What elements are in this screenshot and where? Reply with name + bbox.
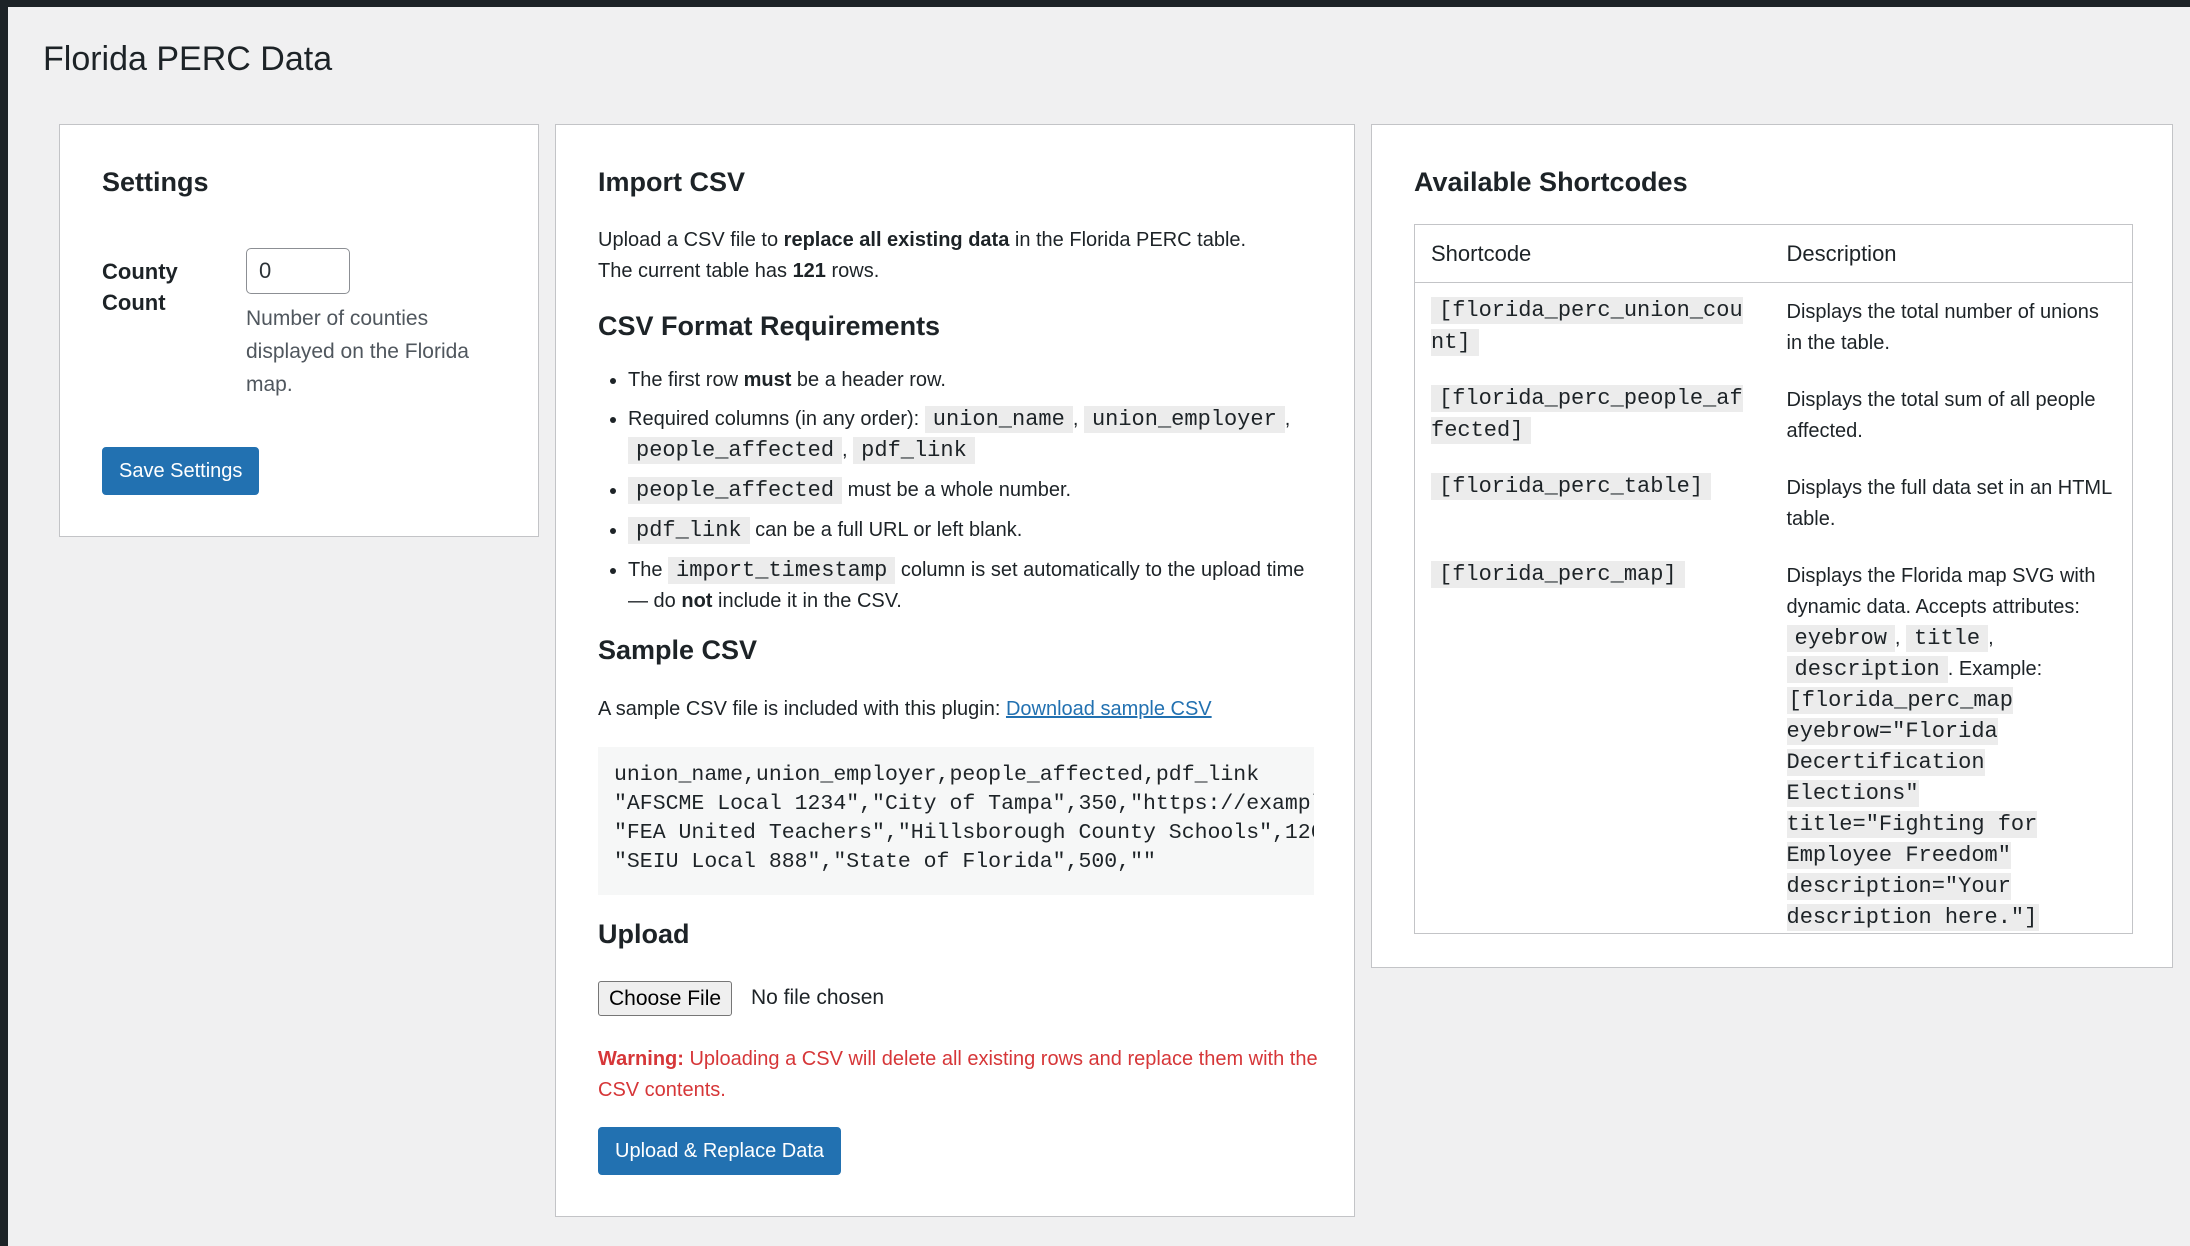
code-pdf-link: pdf_link bbox=[853, 437, 975, 464]
no-file-chosen-text: No file chosen bbox=[751, 986, 885, 1009]
page-title: Florida PERC Data bbox=[43, 40, 333, 78]
sample-csv-heading: Sample CSV bbox=[598, 635, 758, 665]
intro-bold-text: replace all existing data bbox=[783, 229, 1010, 251]
code-people-affected: people_affected bbox=[628, 477, 843, 504]
code-union-name: union_name bbox=[924, 406, 1073, 433]
shortcodes-heading: Available Shortcodes bbox=[1414, 167, 1688, 197]
column-header-shortcode: Shortcode bbox=[1414, 224, 1771, 283]
column-header-description: Description bbox=[1770, 224, 2133, 283]
shortcode-people-affected: [florida_perc_people_affected] bbox=[1431, 384, 1743, 444]
save-settings-button[interactable]: Save Settings bbox=[102, 447, 260, 495]
county-count-input[interactable] bbox=[246, 248, 350, 294]
upload-warning: Warning: Uploading a CSV will delete all… bbox=[598, 1048, 1318, 1101]
shortcode-table: [florida_perc_table] bbox=[1431, 472, 1712, 500]
list-item: The first row must be a header row. bbox=[628, 365, 1328, 395]
shortcode-union-count: [florida_perc_union_count] bbox=[1431, 297, 1743, 356]
intro-text: rows. bbox=[825, 260, 880, 282]
intro-text: Upload a CSV file to bbox=[598, 229, 784, 251]
intro-text: The current table has bbox=[598, 260, 793, 282]
county-count-label: County Count bbox=[102, 259, 178, 315]
shortcodes-table: Shortcode Description [florida_perc_unio… bbox=[1414, 224, 2133, 934]
list-item: pdf_link can be a full URL or left blank… bbox=[628, 515, 1328, 546]
attr-title: title bbox=[1906, 624, 1989, 652]
code-pdf-link: pdf_link bbox=[628, 517, 750, 544]
settings-heading: Settings bbox=[102, 167, 209, 197]
download-sample-link[interactable]: Download sample CSV bbox=[1006, 698, 1212, 720]
sample-csv-block: union_name,union_employer,people_affecte… bbox=[598, 747, 1314, 895]
shortcode-description: Displays the full data set in an HTML ta… bbox=[1786, 476, 2112, 530]
intro-text: in the Florida PERC table. bbox=[1009, 229, 1247, 251]
map-example-code: [florida_perc_map eyebrow="Florida Decer… bbox=[1786, 686, 2040, 931]
table-row: [florida_perc_map] Displays the Florida … bbox=[1415, 547, 2133, 934]
table-row: [florida_perc_people_affected] Displays … bbox=[1415, 371, 2133, 459]
admin-sidebar-edge bbox=[0, 0, 8, 1246]
requirements-list: The first row must be a header row. Requ… bbox=[598, 365, 1328, 625]
warning-label: Warning: bbox=[598, 1048, 684, 1070]
table-row: [florida_perc_table] Displays the full d… bbox=[1415, 459, 2133, 547]
choose-file-button[interactable]: Choose File bbox=[598, 981, 733, 1016]
shortcode-description: Displays the Florida map SVG with dynami… bbox=[1786, 564, 2096, 931]
import-heading: Import CSV bbox=[598, 167, 746, 197]
shortcode-description: Displays the total sum of all people aff… bbox=[1786, 388, 2096, 442]
attr-eyebrow: eyebrow bbox=[1786, 624, 1895, 652]
list-item: The import_timestamp column is set autom… bbox=[628, 555, 1328, 616]
code-union-employer: union_employer bbox=[1083, 406, 1285, 433]
code-people-affected: people_affected bbox=[628, 437, 843, 464]
csv-format-heading: CSV Format Requirements bbox=[598, 311, 941, 341]
shortcode-description: Displays the total number of unions in t… bbox=[1786, 301, 2099, 354]
upload-replace-button[interactable]: Upload & Replace Data bbox=[598, 1127, 842, 1175]
list-item: Required columns (in any order): union_n… bbox=[628, 404, 1328, 466]
row-count: 121 bbox=[792, 260, 826, 282]
import-intro: Upload a CSV file to replace all existin… bbox=[598, 225, 1328, 287]
import-csv-card: Import CSV Upload a CSV file to replace … bbox=[555, 124, 1355, 1217]
shortcode-map: [florida_perc_map] bbox=[1431, 560, 1685, 588]
attr-description: description bbox=[1786, 655, 1948, 683]
admin-top-bar bbox=[0, 0, 2190, 7]
table-row: [florida_perc_union_count] Displays the … bbox=[1415, 283, 2133, 371]
list-item: people_affected must be a whole number. bbox=[628, 475, 1328, 506]
sample-csv-text: A sample CSV file is included with this … bbox=[598, 698, 1212, 720]
upload-heading: Upload bbox=[598, 919, 690, 949]
shortcodes-card: Available Shortcodes Shortcode Descripti… bbox=[1371, 124, 2173, 968]
county-count-help: Number of counties displayed on the Flor… bbox=[246, 307, 469, 396]
table-header-row: Shortcode Description bbox=[1414, 224, 2133, 283]
code-import-timestamp: import_timestamp bbox=[668, 557, 896, 584]
settings-card: Settings County Count Number of counties… bbox=[59, 124, 539, 537]
